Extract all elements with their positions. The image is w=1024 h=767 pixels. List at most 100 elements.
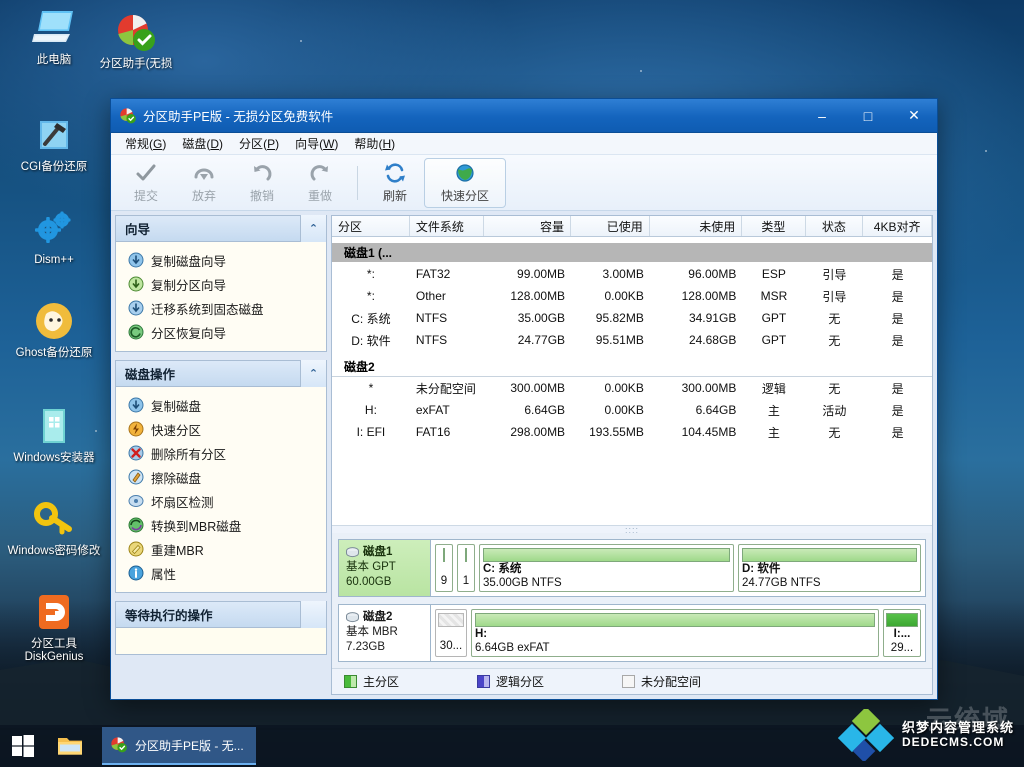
menu-general[interactable]: 常规(G) <box>119 133 176 154</box>
chevron-up-icon[interactable] <box>300 601 326 628</box>
sidebar-item-wipe-disk[interactable]: 擦除磁盘 <box>116 465 326 489</box>
copy-disk-icon <box>128 397 144 413</box>
disk-map-scheme: 基本 GPT <box>346 561 396 573</box>
taskbar-file-explorer[interactable] <box>46 725 94 767</box>
desktop-icon-list: 此电脑 分区助手(无损 CGI备份还原 Dism++ Ghost备份还原 Win… <box>0 4 172 678</box>
toolbar-quick-partition-button[interactable]: 快速分区 <box>424 157 506 208</box>
column-header-partition[interactable]: 分区 <box>332 216 410 236</box>
disk-map-partitions: 30... H: 6.64GB exFAT I:... 29... <box>431 605 925 661</box>
toolbar-discard-button[interactable]: 放弃 <box>175 158 233 208</box>
sidebar-item-copy-disk[interactable]: 复制磁盘 <box>116 393 326 417</box>
column-header-status[interactable]: 状态 <box>806 216 864 236</box>
sidebar-item-migrate-os[interactable]: 迁移系统到固态磁盘 <box>116 296 326 320</box>
panel-pending-operations-header[interactable]: 等待执行的操作 <box>116 601 326 628</box>
table-row[interactable]: H: exFAT 6.64GB 0.00KB 6.64GB 主 活动 是 <box>332 399 932 421</box>
menu-wizard[interactable]: 向导(W) <box>289 133 348 154</box>
bad-sector-icon <box>128 493 144 509</box>
usage-bar <box>741 548 917 562</box>
chevron-up-icon[interactable]: ⌃ <box>300 215 326 242</box>
disk-map-partition-esp[interactable]: 9 <box>435 544 453 592</box>
table-row[interactable]: * 未分配空间 300.00MB 0.00KB 300.00MB 逻辑 无 是 <box>332 377 932 399</box>
table-row[interactable]: D: 软件 NTFS 24.77GB 95.51MB 24.68GB GPT 无… <box>332 329 932 351</box>
disk-map-partition-h[interactable]: H: 6.64GB exFAT <box>471 609 879 657</box>
menu-help[interactable]: 帮助(H) <box>348 133 405 154</box>
sidebar-item-partition-recovery-wizard[interactable]: 分区恢复向导 <box>116 320 326 344</box>
toolbar-commit-button[interactable]: 提交 <box>117 158 175 208</box>
disk-group-header[interactable]: 磁盘2 <box>332 357 932 377</box>
window-titlebar[interactable]: 分区助手PE版 - 无损分区免费软件 – □ ✕ <box>111 99 937 133</box>
desktop-icon-windows-password[interactable]: Windows密码修改 <box>2 495 106 558</box>
usage-bar <box>475 613 875 627</box>
desktop-icon-ghost-backup[interactable]: Ghost备份还原 <box>2 297 106 360</box>
sidebar-item-copy-partition-wizard[interactable]: 复制分区向导 <box>116 272 326 296</box>
column-header-unused[interactable]: 未使用 <box>650 216 743 236</box>
sidebar-item-copy-disk-wizard[interactable]: 复制磁盘向导 <box>116 248 326 272</box>
disk-map-partition-text: I:... 29... <box>891 627 913 653</box>
cell-type: 主 <box>767 403 780 418</box>
wipe-disk-icon <box>128 469 144 485</box>
close-button[interactable]: ✕ <box>891 99 937 133</box>
table-row[interactable]: C: 系统 NTFS 35.00GB 95.82MB 34.91GB GPT 无… <box>332 307 932 329</box>
desktop-icon-partition-assistant[interactable]: 分区助手(无损 <box>84 8 188 71</box>
disk-map-partition-unallocated[interactable]: 30... <box>435 609 467 657</box>
copy-partition-icon <box>128 276 144 292</box>
recover-partition-icon <box>128 324 144 340</box>
disk-map-partition-d[interactable]: D: 软件 24.77GB NTFS <box>737 544 921 592</box>
cell-partition: D: 软件 <box>351 333 391 348</box>
desktop-icon-dism[interactable]: Dism++ <box>2 204 106 267</box>
menu-label: 帮助 <box>354 137 379 151</box>
chevron-up-icon[interactable]: ⌃ <box>300 360 326 387</box>
disk-map-disk2[interactable]: 磁盘2 基本 MBR 7.23GB 30... H: 6.64GB exFAT … <box>338 604 926 662</box>
disk-map-partition-c[interactable]: C: 系统 35.00GB NTFS <box>479 544 734 592</box>
menu-partition[interactable]: 分区(P) <box>233 133 289 154</box>
disk-map-info: 磁盘2 基本 MBR 7.23GB <box>339 605 431 661</box>
sidebar-item-properties[interactable]: 属性 <box>116 561 326 585</box>
pane-splitter[interactable]: :::: <box>332 525 932 535</box>
discard-icon <box>192 161 216 185</box>
start-button[interactable] <box>0 725 46 767</box>
table-row[interactable]: *: Other 128.00MB 0.00KB 128.00MB MSR 引导… <box>332 285 932 307</box>
desktop-icon-windows-installer[interactable]: Windows安装器 <box>2 402 106 465</box>
cell-status: 无 <box>828 311 841 326</box>
panel-disk-operations: 磁盘操作 ⌃ 复制磁盘 快速分区 删除所有分区 擦除磁盘 坏扇区检测 转换到MB… <box>115 360 327 593</box>
cell-unused: 128.00MB <box>681 289 737 303</box>
column-header-capacity[interactable]: 容量 <box>484 216 572 236</box>
minimize-button[interactable]: – <box>799 99 845 133</box>
panel-disk-operations-header[interactable]: 磁盘操作 ⌃ <box>116 360 326 387</box>
sidebar-item-bad-sector-check[interactable]: 坏扇区检测 <box>116 489 326 513</box>
sidebar-item-quick-partition[interactable]: 快速分区 <box>116 417 326 441</box>
table-row[interactable]: *: FAT32 99.00MB 3.00MB 96.00MB ESP 引导 是 <box>332 263 932 285</box>
delete-partitions-icon <box>128 445 144 461</box>
maximize-button[interactable]: □ <box>845 99 891 133</box>
column-header-filesystem[interactable]: 文件系统 <box>410 216 485 236</box>
desktop-icon-cgi-backup[interactable]: CGI备份还原 <box>2 111 106 174</box>
sidebar-item-delete-all-partitions[interactable]: 删除所有分区 <box>116 441 326 465</box>
column-header-type[interactable]: 类型 <box>742 216 806 236</box>
disk-map-partition-msr[interactable]: 1 <box>457 544 475 592</box>
menu-label: 分区 <box>239 137 264 151</box>
toolbar-refresh-button[interactable]: 刷新 <box>366 158 424 208</box>
disk-map-partition-sub: 1 <box>462 575 470 587</box>
toolbar-undo-button[interactable]: 撤销 <box>233 158 291 208</box>
table-row[interactable]: I: EFI FAT16 298.00MB 193.55MB 104.45MB … <box>332 421 932 443</box>
toolbar-redo-button[interactable]: 重做 <box>291 158 349 208</box>
sidebar-item-label: 坏扇区检测 <box>151 495 214 510</box>
panel-wizard-header[interactable]: 向导 ⌃ <box>116 215 326 242</box>
rebuild-mbr-icon <box>128 541 144 557</box>
column-header-used[interactable]: 已使用 <box>571 216 650 236</box>
cell-capacity: 99.00MB <box>517 267 566 281</box>
sidebar-item-rebuild-mbr[interactable]: 重建MBR <box>116 537 326 561</box>
legend-swatch-unallocated <box>622 675 636 688</box>
disk-group-header[interactable]: 磁盘1 (... <box>332 243 932 263</box>
column-header-4kb-align[interactable]: 4KB对齐 <box>863 216 932 236</box>
desktop-icon-diskgenius[interactable]: 分区工具DiskGenius <box>2 588 106 664</box>
disk-map-partition-i[interactable]: I:... 29... <box>883 609 921 657</box>
window-body: 向导 ⌃ 复制磁盘向导 复制分区向导 迁移系统到固态磁盘 分区恢复向导 磁盘操作… <box>111 211 937 699</box>
sidebar-item-label: 复制磁盘向导 <box>151 254 227 269</box>
menu-disk[interactable]: 磁盘(D) <box>176 133 233 154</box>
disk-map-partition-sub: 30... <box>439 640 463 652</box>
sidebar-item-convert-to-mbr[interactable]: 转换到MBR磁盘 <box>116 513 326 537</box>
taskbar-task-partition-assistant[interactable]: 分区助手PE版 - 无... <box>102 727 256 765</box>
menu-label: 常规 <box>125 137 150 151</box>
disk-map-disk1[interactable]: 磁盘1 基本 GPT 60.00GB 9 1 C: 系统 35.00GB NTF… <box>338 539 926 597</box>
